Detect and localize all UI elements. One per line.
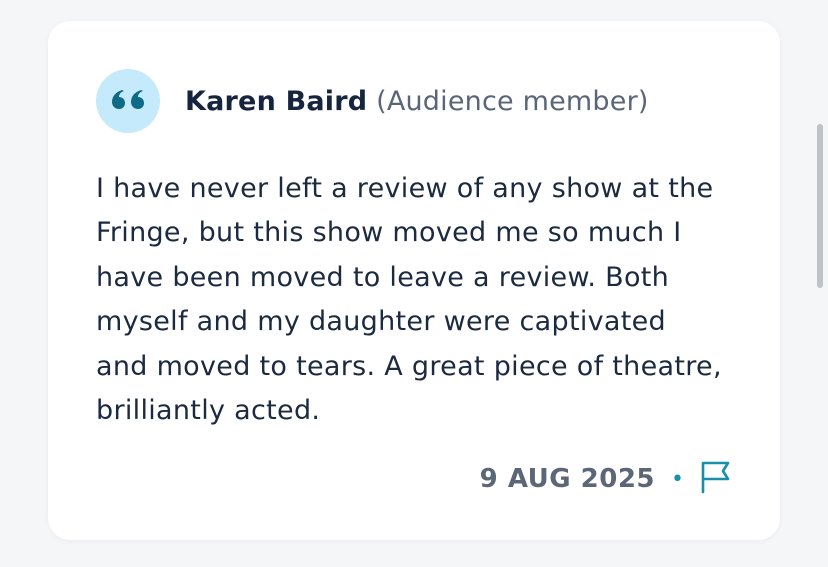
separator-dot: • (671, 466, 684, 492)
review-footer: 9 AUG 2025 • (480, 461, 732, 497)
review-date: 9 AUG 2025 (479, 464, 656, 494)
author-name: Karen Baird (185, 85, 368, 117)
review-card: Karen Baird (Audience member) I have nev… (48, 21, 780, 540)
scrollbar-thumb[interactable] (817, 124, 823, 288)
flag-icon (699, 460, 731, 498)
report-flag-button[interactable] (698, 461, 732, 497)
quote-icon (111, 87, 145, 115)
quote-badge (96, 69, 160, 133)
author-role: (Audience member) (376, 85, 649, 117)
review-header: Karen Baird (Audience member) (96, 69, 649, 133)
review-text: I have never left a review of any show a… (96, 173, 722, 427)
review-author: Karen Baird (Audience member) (185, 86, 649, 117)
